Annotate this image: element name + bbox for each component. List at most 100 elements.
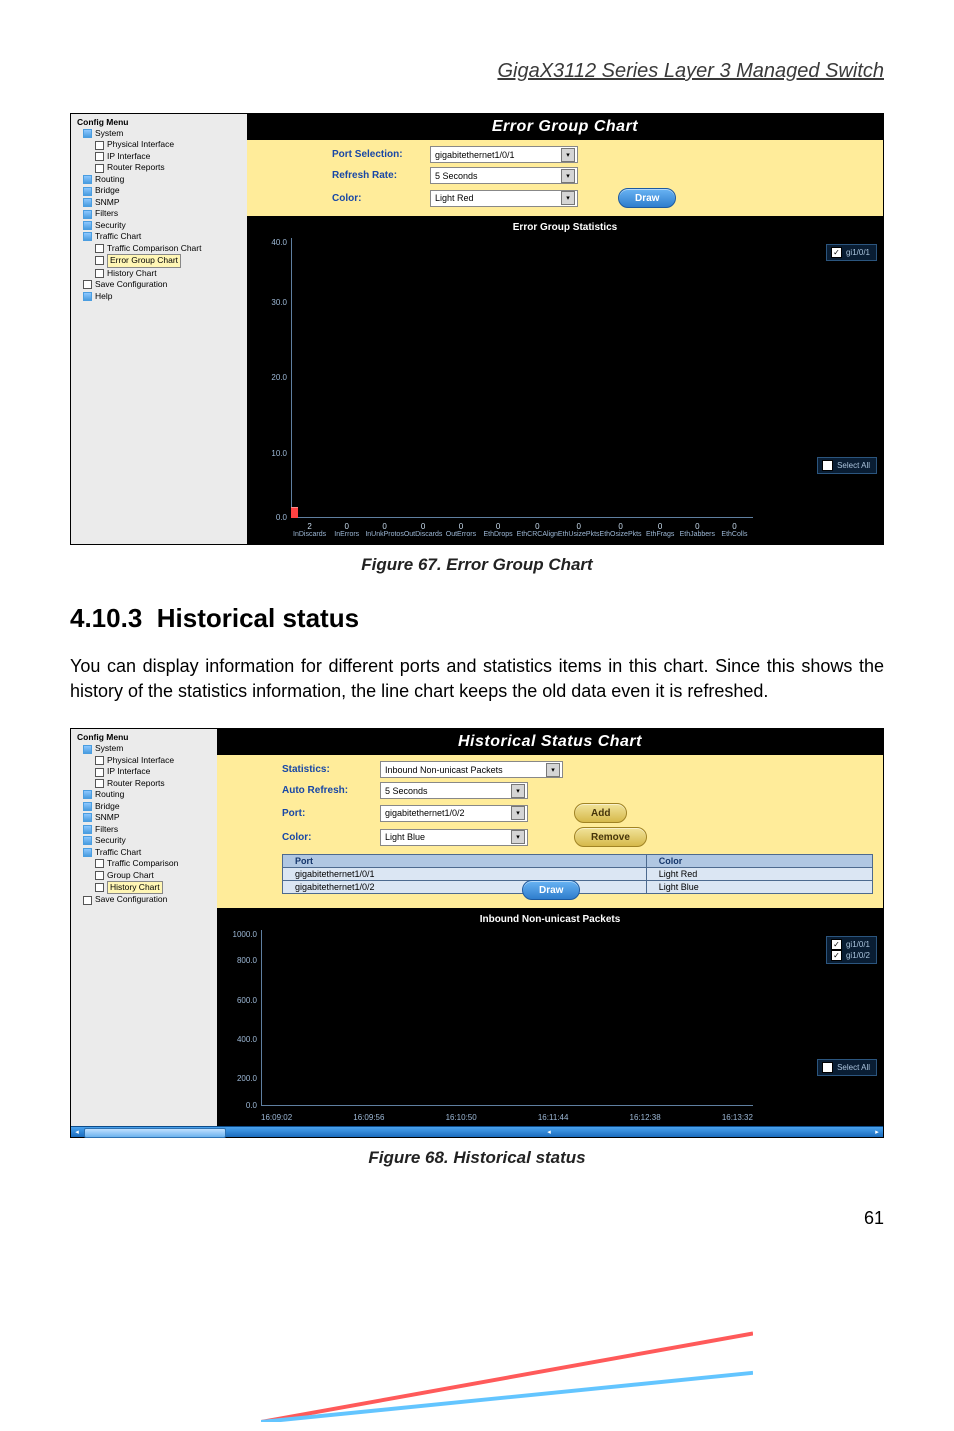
tree-item-label: Routing [95, 789, 124, 800]
tree-item[interactable]: History Chart [75, 881, 215, 894]
tree-item[interactable]: Traffic Chart [75, 231, 245, 242]
tree-item[interactable]: Security [75, 835, 215, 846]
select-all-toggle[interactable]: Select All [817, 457, 877, 474]
port-selection-dropdown[interactable]: gigabitethernet1/0/1▾ [430, 146, 578, 163]
tree-item-label: Physical Interface [107, 139, 174, 150]
tree-item-label: Physical Interface [107, 755, 174, 766]
folder-icon [83, 825, 92, 834]
chevron-down-icon: ▾ [511, 784, 525, 798]
tree-item[interactable]: IP Interface [75, 766, 215, 777]
legend-checkbox[interactable]: ✓ [831, 939, 842, 950]
statistics-dropdown[interactable]: Inbound Non-unicast Packets▾ [380, 761, 563, 778]
section-heading: 4.10.3 Historical status [70, 603, 884, 634]
page-icon [83, 280, 92, 289]
tree-item[interactable]: History Chart [75, 268, 245, 279]
tree-item[interactable]: Router Reports [75, 778, 215, 789]
folder-icon [83, 790, 92, 799]
folder-icon [83, 813, 92, 822]
x-axis-ticks: 16:09:02 16:09:56 16:10:50 16:11:44 16:1… [261, 1113, 753, 1122]
chevron-down-icon: ▾ [511, 830, 525, 844]
legend-checkbox[interactable]: ✓ [831, 950, 842, 961]
page-icon [95, 859, 104, 868]
x-tick: 0EthColls [716, 522, 753, 542]
main-panel: Historical Status Chart Statistics: Inbo… [217, 729, 883, 1126]
scroll-left-icon[interactable]: ◂ [71, 1127, 83, 1137]
tree-item-label: Group Chart [107, 870, 154, 881]
remove-button[interactable]: Remove [574, 827, 647, 847]
x-tick: 0EthJabbers [679, 522, 716, 542]
tree-item[interactable]: Physical Interface [75, 139, 245, 150]
page-icon [95, 244, 104, 253]
color-dropdown[interactable]: Light Blue▾ [380, 829, 528, 846]
port-selection-label: Port Selection: [332, 149, 422, 160]
add-button[interactable]: Add [574, 803, 627, 823]
tree-item[interactable]: Save Configuration [75, 279, 245, 290]
tree-item[interactable]: Security [75, 220, 245, 231]
tree-item[interactable]: Router Reports [75, 162, 245, 173]
folder-icon [83, 198, 92, 207]
legend-item-label: gi1/0/2 [846, 951, 870, 960]
tree-item[interactable]: Routing [75, 174, 245, 185]
tree-item-label: Bridge [95, 801, 120, 812]
tree-item[interactable]: Error Group Chart [75, 254, 245, 267]
x-tick: 0OutErrors [442, 522, 479, 542]
page-running-header: GigaX3112 Series Layer 3 Managed Switch [70, 60, 884, 83]
scroll-right-icon[interactable]: ▸ [871, 1127, 883, 1137]
auto-refresh-dropdown[interactable]: 5 Seconds▾ [380, 782, 528, 799]
tree-item[interactable]: Traffic Chart [75, 847, 215, 858]
refresh-rate-dropdown[interactable]: 5 Seconds▾ [430, 167, 578, 184]
tree-item[interactable]: Routing [75, 789, 215, 800]
color-label: Color: [282, 832, 372, 843]
legend-checkbox[interactable]: ✓ [831, 247, 842, 258]
tree-item[interactable]: Bridge [75, 801, 215, 812]
tree-item[interactable]: Save Configuration [75, 894, 215, 905]
port-dropdown[interactable]: gigabitethernet1/0/2▾ [380, 805, 528, 822]
x-tick: 2InDiscards [291, 522, 328, 542]
tree-item-label: System [95, 743, 123, 754]
tree-item[interactable]: System [75, 128, 245, 139]
tree-item-label: Save Configuration [95, 279, 167, 290]
table-row[interactable]: gigabitethernet1/0/1Light Red [283, 868, 873, 881]
page-icon [95, 141, 104, 150]
tree-item-label: Help [95, 291, 112, 302]
folder-icon [83, 802, 92, 811]
tree-item[interactable]: Traffic Comparison [75, 858, 215, 869]
panel-title: Historical Status Chart [217, 729, 883, 755]
tree-item[interactable]: SNMP [75, 812, 215, 823]
x-tick: 0EthFrags [642, 522, 679, 542]
tree-item-label: Save Configuration [95, 894, 167, 905]
table-header-port: Port [283, 855, 647, 868]
tree-item[interactable]: System [75, 743, 215, 754]
legend-item-label: gi1/0/1 [846, 248, 870, 257]
tree-item[interactable]: Filters [75, 824, 215, 835]
color-dropdown[interactable]: Light Red▾ [430, 190, 578, 207]
tree-item[interactable]: IP Interface [75, 151, 245, 162]
folder-icon [83, 292, 92, 301]
tree-item-label: Bridge [95, 185, 120, 196]
select-all-checkbox[interactable] [822, 1062, 833, 1073]
page-icon [95, 256, 104, 265]
folder-icon [83, 745, 92, 754]
x-tick: 0InUnkProtos [365, 522, 404, 542]
select-all-toggle[interactable]: Select All [817, 1059, 877, 1076]
tree-item[interactable]: Bridge [75, 185, 245, 196]
tree-root[interactable]: Config Menu [75, 731, 215, 743]
tree-item[interactable]: SNMP [75, 197, 245, 208]
tree-root[interactable]: Config Menu [75, 116, 245, 128]
draw-button[interactable]: Draw [522, 880, 580, 900]
select-all-checkbox[interactable] [822, 460, 833, 471]
settings-form: Statistics: Inbound Non-unicast Packets▾… [217, 755, 883, 908]
tree-item[interactable]: Physical Interface [75, 755, 215, 766]
folder-icon [83, 187, 92, 196]
port-label: Port: [282, 808, 372, 819]
draw-button[interactable]: Draw [618, 188, 676, 208]
tree-item[interactable]: Filters [75, 208, 245, 219]
tree-item[interactable]: Help [75, 291, 245, 302]
figure-67-screenshot: Config Menu SystemPhysical InterfaceIP I… [70, 113, 884, 545]
tree-item[interactable]: Traffic Comparison Chart [75, 243, 245, 254]
page-icon [95, 269, 104, 278]
scroll-thumb[interactable] [84, 1128, 226, 1138]
table-header-color: Color [646, 855, 872, 868]
chevron-down-icon: ▾ [561, 191, 575, 205]
tree-item[interactable]: Group Chart [75, 870, 215, 881]
